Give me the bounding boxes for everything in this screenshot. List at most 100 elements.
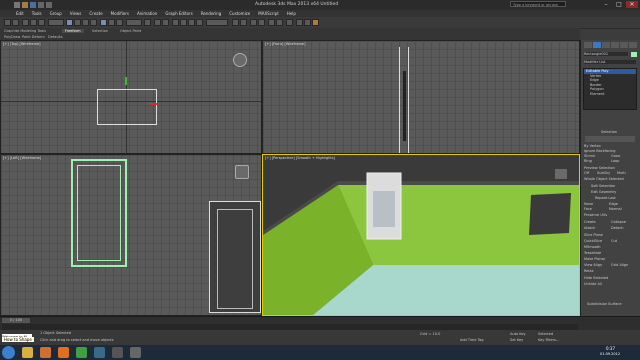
menu-animation[interactable]: Animation: [133, 11, 161, 16]
snaps-toggle-icon[interactable]: [172, 19, 179, 26]
explorer-icon[interactable]: [22, 347, 33, 358]
preserve-uvs-checkbox[interactable]: Preserve UVs: [584, 213, 607, 217]
object-name-field[interactable]: Rectangle001: [584, 52, 628, 56]
constraint-edge-radio[interactable]: Edge: [609, 202, 618, 206]
menu-maxscript[interactable]: MAXScript: [254, 11, 283, 16]
render-setup-icon[interactable]: [296, 19, 303, 26]
minimize-button[interactable]: –: [600, 1, 612, 8]
render-production-icon[interactable]: [312, 19, 319, 26]
grid-align-button[interactable]: Grid Align: [611, 263, 628, 267]
clock-date[interactable]: 01.09.2012: [600, 352, 620, 356]
tessellate-button[interactable]: Tessellate: [584, 251, 601, 255]
pivot-center-icon[interactable]: [144, 19, 151, 26]
by-vertex-checkbox[interactable]: By Vertex: [584, 144, 601, 148]
save-icon[interactable]: [30, 2, 36, 8]
cut-button[interactable]: Cut: [611, 239, 617, 243]
slice-plane-button[interactable]: Slice Plane: [584, 233, 603, 237]
transform-gizmo[interactable]: [125, 77, 127, 85]
constraint-normal-radio[interactable]: Normal: [609, 207, 622, 211]
selected-frame-left-inner[interactable]: [77, 165, 121, 261]
create-tab-icon[interactable]: [584, 42, 592, 48]
quick-access-toolbar[interactable]: [14, 2, 134, 8]
menu-edit[interactable]: Edit: [12, 11, 28, 16]
viewport-top-label[interactable]: [+] [Top] [Wireframe]: [3, 42, 41, 46]
curve-editor-icon[interactable]: [268, 19, 275, 26]
tab-selection[interactable]: Selection: [92, 29, 108, 33]
loop-button[interactable]: Loop: [611, 159, 619, 163]
undo-tool-icon[interactable]: [4, 19, 11, 26]
key-filters-button[interactable]: Key Filters...: [538, 338, 559, 342]
viewcube-icon[interactable]: [233, 53, 247, 67]
spinner-snap-icon[interactable]: [196, 19, 203, 26]
scale-icon[interactable]: [116, 19, 123, 26]
door-wireframe-inner[interactable]: [217, 209, 253, 309]
rectangular-selection-icon[interactable]: [82, 19, 89, 26]
repeat-last-button[interactable]: Repeat Last: [595, 196, 616, 200]
select-object-icon[interactable]: [66, 19, 73, 26]
set-key-button[interactable]: Set Key: [510, 338, 523, 342]
tab-freeform[interactable]: Freeform: [62, 29, 84, 33]
named-selection-dropdown[interactable]: [206, 19, 228, 26]
shrink-button[interactable]: Shrink: [584, 154, 595, 158]
move-icon[interactable]: [100, 19, 107, 26]
hide-selected-button[interactable]: Hide Selected: [584, 276, 608, 280]
start-button-icon[interactable]: [2, 346, 15, 359]
search-input[interactable]: Type a keyword or phrase: [510, 1, 566, 7]
tab-object-paint[interactable]: Object Paint: [120, 29, 141, 33]
unlink-icon[interactable]: [30, 19, 37, 26]
viewport-front[interactable]: [+] [Front] [Wireframe]: [262, 40, 580, 154]
constraint-face-radio[interactable]: Face: [584, 207, 592, 211]
tab-graphite-modeling-tools[interactable]: Graphite Modeling Tools: [4, 29, 46, 33]
keyboard-shortcut-icon[interactable]: [162, 19, 169, 26]
recorder-icon[interactable]: [112, 347, 123, 358]
select-by-name-icon[interactable]: [74, 19, 81, 26]
menu-help[interactable]: Help: [283, 11, 300, 16]
viewport-perspective[interactable]: [+] [Perspective] [Smooth + Highlights]: [262, 154, 580, 316]
menu-modifiers[interactable]: Modifiers: [107, 11, 133, 16]
defaults-button[interactable]: Defaults: [48, 35, 63, 39]
redo-icon[interactable]: [46, 2, 52, 8]
viewport-top[interactable]: [+] [Top] [Wireframe]: [0, 40, 262, 154]
mirror-icon[interactable]: [232, 19, 239, 26]
chrome-icon[interactable]: [76, 347, 87, 358]
selected-dropdown[interactable]: Selected: [538, 332, 553, 336]
add-time-tag-button[interactable]: Add Time Tag: [460, 338, 484, 342]
open-icon[interactable]: [22, 2, 28, 8]
time-slider[interactable]: 0 / 100: [2, 318, 30, 323]
link-icon[interactable]: [22, 19, 29, 26]
hierarchy-tab-icon[interactable]: [602, 42, 610, 48]
bind-spacewarp-icon[interactable]: [38, 19, 45, 26]
stack-item-element[interactable]: Element: [584, 92, 636, 97]
create-button[interactable]: Create: [584, 220, 596, 224]
quickslice-button[interactable]: QuickSlice: [584, 239, 602, 243]
rollout-selection[interactable]: Selection: [601, 130, 617, 134]
new-icon[interactable]: [14, 2, 20, 8]
viewport-left-label[interactable]: [+] [Left] [Wireframe]: [3, 156, 41, 160]
constraint-none-radio[interactable]: None: [584, 202, 593, 206]
schematic-view-icon[interactable]: [276, 19, 283, 26]
reference-coordinate-dropdown[interactable]: [126, 19, 142, 26]
angle-snap-icon[interactable]: [180, 19, 187, 26]
media-player-icon[interactable]: [40, 347, 51, 358]
maximize-button[interactable]: □: [613, 1, 625, 8]
auto-key-button[interactable]: Auto Key: [510, 332, 526, 336]
preview-multi-radio[interactable]: Multi: [617, 171, 626, 175]
viewport-perspective-label[interactable]: [+] [Perspective] [Smooth + Highlights]: [265, 156, 335, 160]
selected-rectangle-top[interactable]: [97, 89, 157, 125]
clock-time[interactable]: 0:37: [606, 346, 615, 351]
rollout-edit-geometry[interactable]: Edit Geometry: [591, 190, 616, 194]
window-crossing-icon[interactable]: [90, 19, 97, 26]
ignore-backfacing-checkbox[interactable]: Ignore Backfacing: [584, 149, 615, 153]
percent-snap-icon[interactable]: [188, 19, 195, 26]
viewport-left[interactable]: [+] [Left] [Wireframe]: [0, 154, 262, 316]
modifier-stack[interactable]: Editable Poly Vertex Edge Border Polygon…: [583, 68, 637, 110]
redo-tool-icon[interactable]: [12, 19, 19, 26]
make-planar-button[interactable]: Make Planar: [584, 257, 605, 261]
attach-button[interactable]: Attach: [584, 226, 595, 230]
rollout-subdivision-surface[interactable]: Subdivision Surface: [587, 302, 622, 306]
grow-button[interactable]: Grow: [611, 154, 620, 158]
selection-filter-dropdown[interactable]: [48, 19, 64, 26]
align-icon[interactable]: [240, 19, 247, 26]
undo-icon[interactable]: [38, 2, 44, 8]
menu-group[interactable]: Group: [46, 11, 66, 16]
